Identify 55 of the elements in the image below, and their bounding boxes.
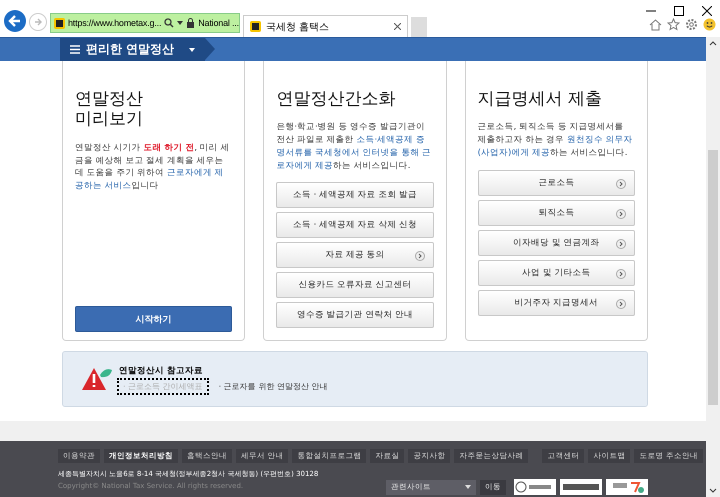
service-button[interactable]: 사업 및 기타소득 bbox=[478, 260, 635, 286]
close-icon[interactable] bbox=[702, 6, 712, 16]
chevron-circle-icon bbox=[616, 298, 626, 309]
notice-title: 연말정산시 참고자료 bbox=[119, 365, 204, 377]
card-title: 연말정산 미리보기 bbox=[75, 89, 144, 130]
service-button[interactable]: 신용카드 오류자료 신고센터 bbox=[276, 272, 434, 298]
service-button[interactable]: 이자배당 및 연금계좌 bbox=[478, 230, 635, 256]
menu-icon[interactable] bbox=[70, 45, 80, 54]
maximize-icon[interactable] bbox=[674, 6, 684, 16]
service-button[interactable]: 비거주자 지급명세서 bbox=[478, 290, 635, 316]
arrow-right-icon bbox=[33, 17, 43, 27]
service-button[interactable]: 영수증 발급기관 연락처 안내 bbox=[276, 302, 434, 328]
chevron-circle-icon bbox=[616, 178, 626, 189]
site-logo-icon bbox=[250, 21, 261, 32]
scroll-thumb[interactable] bbox=[708, 150, 718, 405]
chevron-circle-icon bbox=[414, 251, 425, 262]
close-icon[interactable] bbox=[394, 23, 401, 30]
search-icon[interactable] bbox=[164, 18, 174, 28]
chevron-circle-icon bbox=[616, 268, 626, 279]
tab-title: 국세청 홈택스 bbox=[266, 20, 330, 34]
chevron-circle-icon bbox=[616, 208, 626, 219]
scroll-up-icon[interactable] bbox=[709, 41, 717, 46]
banner-logo[interactable] bbox=[560, 479, 602, 495]
home-icon[interactable] bbox=[649, 18, 662, 31]
smiley-icon[interactable] bbox=[703, 18, 716, 31]
card-title: 연말정산간소화 bbox=[276, 89, 396, 110]
chevron-circle-icon bbox=[616, 238, 626, 249]
card-description: 근로소득, 퇴직소득 등 지급명세서를 제출하고자 하는 경우 원천징수 의무자(사업자)에게 제공하는 서비스입니다. bbox=[478, 121, 634, 160]
caret-icon[interactable] bbox=[177, 21, 184, 25]
service-button[interactable]: 소득 · 세액공제 자료 삭제 신청 bbox=[276, 212, 434, 238]
certificate-text: National ... bbox=[198, 18, 239, 28]
resource-link[interactable]: · 근로자를 위한 연말정산 안내 bbox=[214, 380, 332, 393]
service-button[interactable]: 퇴직소득 bbox=[478, 200, 635, 226]
browser-tab[interactable]: 국세청 홈택스 bbox=[243, 15, 408, 37]
scrollbar[interactable] bbox=[706, 37, 720, 497]
back-button[interactable] bbox=[4, 10, 26, 32]
banner-logo[interactable] bbox=[606, 479, 648, 495]
card-title: 지급명세서 제출 bbox=[478, 89, 604, 110]
star-icon[interactable] bbox=[667, 18, 680, 31]
url-text: https://www.hometax.g... bbox=[68, 18, 162, 28]
start-button[interactable]: 시작하기 bbox=[75, 306, 232, 332]
card-description: 연말정산 시기가 도래 하기 전, 미리 세금을 예상해 보고 절세 계획을 세우는데 도움을 주기 위하여 근로자에게 제공하는 서비스입니다 bbox=[75, 142, 230, 193]
service-button[interactable]: 근로소득 bbox=[478, 170, 635, 196]
lock-icon bbox=[186, 18, 196, 28]
card-description: 은행·학교·병원 등 영수증 발급기관이 전산 파일로 제출한 소득·세액공제 증명서류를 국세청에서 인터넷을 통해 근로자에게 제공하는 서비스입니다. bbox=[276, 121, 432, 172]
settings-icon[interactable] bbox=[685, 18, 698, 31]
site-logo-icon bbox=[54, 18, 65, 28]
service-button[interactable]: 소득 · 세액공제 자료 조회 발급 bbox=[276, 182, 434, 208]
section-title: 편리한 연말정산 bbox=[86, 41, 174, 58]
service-button[interactable]: 자료 제공 동의 bbox=[276, 242, 434, 268]
banner-logo[interactable] bbox=[514, 479, 556, 495]
address-bar[interactable]: https://www.hometax.g... National ... bbox=[50, 13, 240, 33]
scroll-down-icon[interactable] bbox=[709, 488, 717, 493]
warning-leaf-icon bbox=[81, 366, 113, 392]
caret-icon bbox=[465, 485, 471, 489]
